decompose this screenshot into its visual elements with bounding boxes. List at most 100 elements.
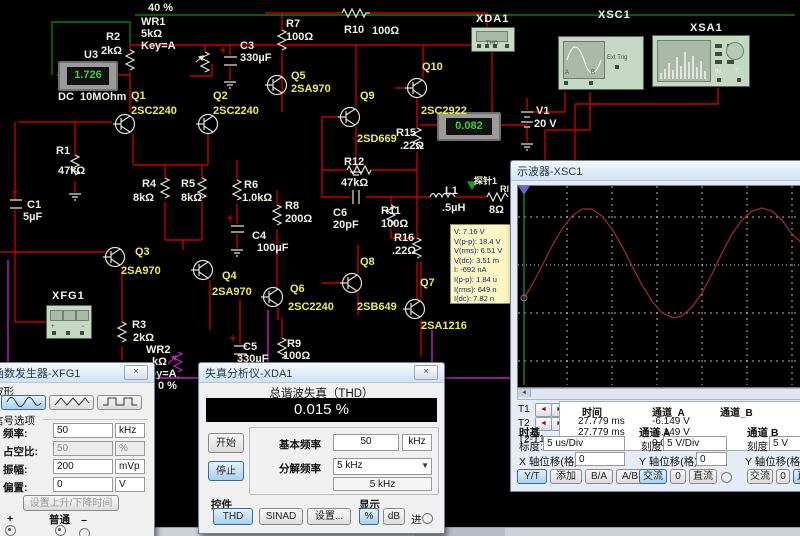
frequency-label: 频率: (3, 426, 28, 441)
channel-b-ypos-label: Y 轴位移(格): (745, 454, 800, 469)
component-label: Key=A (141, 41, 176, 52)
component-label: 探针1 (474, 176, 497, 187)
rise-fall-time-button[interactable]: 设置上升/下降时间 (23, 495, 119, 511)
component-label: C6 (333, 208, 347, 219)
frequency-unit-field[interactable]: kHz (115, 423, 145, 438)
scroll-left-arrow-icon: ◄ (518, 389, 531, 397)
sinad-mode-button[interactable]: SINAD (259, 508, 303, 525)
t1-time-value: 27.779 ms (578, 416, 625, 427)
component-label: R8 (285, 201, 299, 212)
multimeter-u3-reading: 1.726 (67, 67, 109, 85)
channel-a-zero-button[interactable]: 0 (670, 469, 686, 484)
progress-label: 进 (411, 512, 422, 527)
close-icon[interactable]: × (124, 365, 148, 380)
component-label: R2 (106, 32, 120, 43)
function-generator-titlebar[interactable]: 函数发生器-XFG1 × (0, 363, 154, 383)
settings-button[interactable]: 设置... (307, 508, 351, 525)
component-label: Rl (500, 184, 509, 195)
minus-terminal-label: − (81, 515, 87, 527)
stop-button[interactable]: 停止 (208, 461, 244, 481)
channel-a-ac-button[interactable]: 交流 (639, 469, 667, 484)
common-terminal[interactable] (55, 525, 66, 536)
component-label: R9 (287, 339, 301, 350)
add-mode-button[interactable]: 添加 (550, 469, 582, 484)
component-label: 5kΩ (141, 29, 162, 40)
cursor-1-handle (518, 186, 530, 195)
component-label: R12 (344, 157, 364, 168)
channel-a-ypos-label: Y 轴位移(格): (639, 454, 701, 469)
component-label: 47kΩ (58, 166, 85, 177)
component-label: 330µF (240, 53, 271, 64)
component-label: R1 (56, 146, 70, 157)
component-label: 2SA970 (291, 84, 331, 95)
probe-readout-line: I(rms): 649 n (454, 285, 511, 295)
component-label: 2SC2240 (288, 302, 334, 313)
triangle-wave-button[interactable] (49, 395, 94, 410)
yt-mode-button[interactable]: Y/T (517, 469, 547, 484)
channel-b-scale-label: 刻度: (747, 439, 771, 454)
xfg1-instrument-icon[interactable]: + − (46, 305, 92, 339)
triangle-wave-icon (53, 396, 91, 407)
close-icon[interactable]: × (414, 365, 438, 380)
start-button[interactable]: 开始 (208, 433, 244, 453)
plus-terminal[interactable] (5, 525, 16, 536)
channel-b-terminal-label: B (591, 70, 595, 76)
component-label: Q4 (222, 271, 237, 282)
component-label: R15 (396, 128, 416, 139)
amplitude-unit-field[interactable]: mVp (115, 459, 145, 474)
component-label: 5µF (23, 212, 42, 223)
timebase-scale-field[interactable]: 5 us/Div (543, 436, 625, 451)
xda1-instrument-icon[interactable]: THD (471, 27, 515, 52)
component-label: C1 (27, 200, 41, 211)
component-label: 40 % (148, 3, 173, 14)
xsa1-instrument-icon[interactable]: IN T (652, 35, 750, 87)
fundamental-freq-field[interactable]: 50 (333, 434, 399, 451)
component-label: .5µH (442, 203, 465, 214)
fundamental-freq-unit: kHz (402, 434, 432, 451)
channel-b-scale-field[interactable]: 5 V (769, 436, 800, 451)
t1-left-button[interactable]: ◄ (535, 403, 552, 417)
timebase-scale-label: 标度: (519, 439, 543, 454)
channel-b-zero-button[interactable]: 0 (776, 469, 790, 484)
timebase-xpos-field[interactable]: 0 (575, 452, 625, 466)
ba-mode-button[interactable]: B/A (585, 469, 613, 484)
resolution-freq-dropdown[interactable]: 5 kHz ▼ (333, 458, 432, 475)
sine-wave-button[interactable] (1, 395, 46, 410)
multimeter-u3[interactable]: 1.726 (58, 61, 118, 91)
component-label: .22Ω (392, 246, 416, 257)
chevron-down-icon: ▼ (421, 461, 429, 470)
component-label: XSA1 (690, 23, 723, 34)
thd-mode-button[interactable]: THD (213, 508, 253, 525)
component-label: 100Ω (286, 32, 313, 43)
channel-a-dc-button[interactable]: 直流 (689, 469, 717, 484)
component-label: 100Ω (381, 219, 408, 230)
component-label: V1 (536, 106, 549, 117)
db-display-button[interactable]: dB (383, 508, 405, 525)
channel-b-dc-button[interactable]: 直流 (793, 469, 800, 484)
cursor-t1-label: T1 (518, 404, 530, 415)
percent-display-button[interactable]: % (359, 508, 379, 525)
minus-terminal[interactable] (79, 528, 90, 536)
oscilloscope-scrollbar[interactable]: ◄ (517, 388, 800, 400)
component-label: 2SD669 (357, 134, 397, 145)
progress-indicator (422, 513, 433, 524)
component-label: R4 (142, 179, 156, 190)
oscilloscope-display (517, 185, 800, 388)
plus-terminal-label: + (7, 513, 13, 525)
component-label: 8Ω (489, 205, 504, 216)
distortion-analyzer-window: 失真分析仪-XDA1 × 总谐波失真（THD） 0.015 % 开始 停止 基本… (198, 362, 445, 534)
amplitude-field[interactable]: 200 (53, 459, 113, 474)
oscilloscope-titlebar[interactable]: 示波器-XSC1 (511, 161, 800, 181)
channel-b-ac-button[interactable]: 交流 (747, 469, 773, 484)
component-label: 2kΩ (133, 333, 154, 344)
distortion-analyzer-titlebar[interactable]: 失真分析仪-XDA1 × (199, 363, 444, 383)
frequency-field[interactable]: 50 (53, 423, 113, 438)
offset-field[interactable]: 0 (53, 477, 113, 492)
square-wave-button[interactable] (97, 395, 142, 410)
component-label: 8kΩ (133, 193, 154, 204)
xsc1-instrument-icon[interactable]: Ext Trig A B (558, 36, 644, 90)
component-label: Q7 (420, 278, 435, 289)
channel-a-ypos-field[interactable]: 0 (696, 452, 727, 466)
offset-unit-field[interactable]: V (115, 477, 145, 492)
channel-a-scale-field[interactable]: 5 V/Div (663, 436, 727, 451)
